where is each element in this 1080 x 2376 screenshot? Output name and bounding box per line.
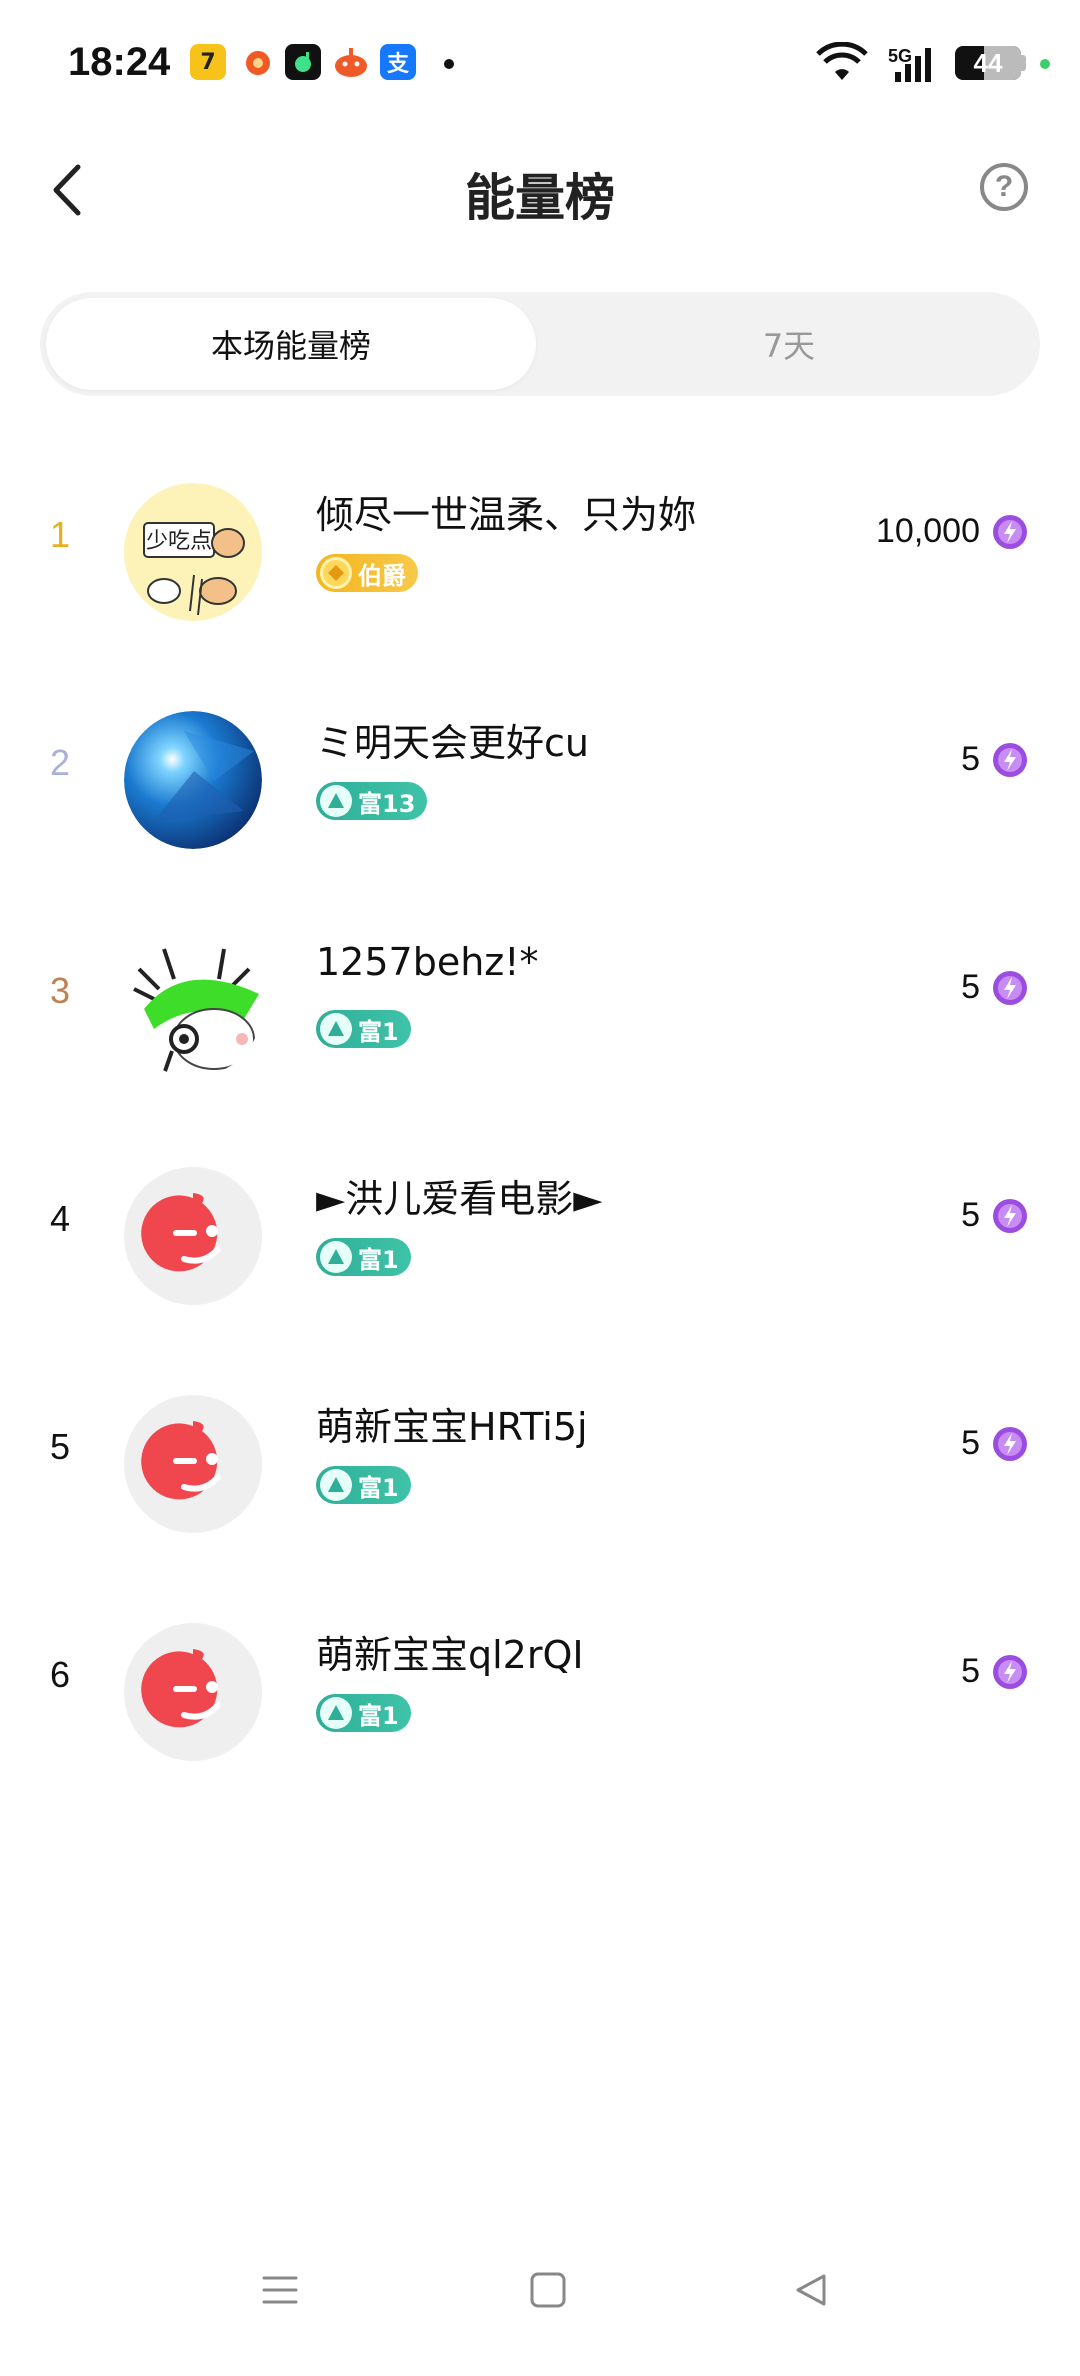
- wealth-badge: 富1: [316, 1694, 411, 1732]
- rank-number: 6: [49, 1654, 71, 1695]
- blue-light-avatar: [124, 711, 262, 849]
- badge-label: 富1: [358, 1701, 399, 1730]
- energy-score: 5: [961, 1424, 1028, 1463]
- user-name: 倾尽一世温柔、只为妳: [316, 493, 697, 537]
- cartoon-cats-avatar: 少吃点: [124, 483, 262, 621]
- default-avatar-icon: [124, 1167, 262, 1305]
- ranking-row[interactable]: 2 ミ明天会更好cu 富13 5: [0, 670, 1080, 870]
- triangle-icon: [320, 1241, 352, 1273]
- qq-music-icon: 7: [190, 44, 226, 80]
- header: 能量榜 ?: [0, 140, 1080, 240]
- wealth-badge: 富1: [316, 1010, 411, 1048]
- question-icon: ?: [994, 170, 1014, 203]
- signal-icon: [895, 48, 931, 82]
- battery-tip: [1021, 55, 1026, 71]
- triangle-icon: [320, 1697, 352, 1729]
- energy-score: 5: [961, 1652, 1028, 1691]
- avatar[interactable]: [124, 939, 262, 1077]
- wealth-badge: 富1: [316, 1466, 411, 1504]
- energy-score: 5: [961, 740, 1028, 779]
- page-title: 能量榜: [465, 169, 615, 227]
- triangle-icon: [320, 1013, 352, 1045]
- avatar[interactable]: [124, 1623, 262, 1761]
- charging-dot: [1040, 59, 1050, 69]
- triangle-icon: [320, 785, 352, 817]
- badge-label: 富13: [358, 789, 416, 818]
- home-button[interactable]: [518, 2260, 578, 2320]
- rank-number: 4: [49, 1198, 71, 1239]
- user-name: 萌新宝宝HRTi5j: [316, 1405, 588, 1449]
- recent-apps-button[interactable]: [250, 2260, 310, 2320]
- square-icon: [530, 2272, 566, 2308]
- taobao-icon: [333, 44, 369, 80]
- battery-level: 44: [973, 47, 1003, 78]
- ranking-row[interactable]: 5 萌新宝宝HRTi5j 富1 5: [0, 1354, 1080, 1554]
- badge-label: 伯爵: [358, 561, 406, 590]
- user-name: ►洪儿爱看电影►: [316, 1177, 603, 1221]
- avatar[interactable]: [124, 1395, 262, 1533]
- battery-indicator: 44: [955, 46, 1021, 80]
- user-name: 萌新宝宝ql2rQI: [316, 1633, 584, 1677]
- energy-score: 5: [961, 968, 1028, 1007]
- energy-bolt-icon: [993, 514, 1027, 549]
- avatar[interactable]: [124, 1167, 262, 1305]
- energy-score: 10,000: [876, 512, 1028, 551]
- wealth-badge: 富13: [316, 782, 428, 820]
- energy-value: 5: [961, 968, 980, 1006]
- diamond-icon: [320, 557, 352, 589]
- ranking-row[interactable]: 4 ►洪儿爱看电影► 富1 5: [0, 1126, 1080, 1326]
- energy-value: 5: [961, 740, 980, 778]
- wifi-icon: [816, 42, 868, 80]
- user-name: ミ明天会更好cu: [316, 721, 589, 765]
- energy-bolt-icon: [993, 742, 1027, 777]
- back-nav-button[interactable]: [780, 2260, 840, 2320]
- avatar[interactable]: 少吃点: [124, 483, 262, 621]
- badge-label: 富1: [358, 1017, 399, 1046]
- default-avatar-icon: [124, 1395, 262, 1533]
- cartoon-face-avatar: [124, 939, 262, 1077]
- triangle-back-icon: [796, 2274, 826, 2306]
- ranking-row[interactable]: 3 1257behz!* 富1 5: [0, 898, 1080, 1098]
- avatar[interactable]: [124, 711, 262, 849]
- system-nav-bar: [0, 2240, 1080, 2340]
- energy-bolt-icon: [993, 1198, 1027, 1233]
- tab-7-days[interactable]: 7天: [544, 298, 1034, 390]
- rank-number: 2: [49, 742, 71, 783]
- status-bar: 18:24 7 支 5G 44: [0, 0, 1080, 130]
- user-name: 1257behz!*: [316, 940, 539, 984]
- music-icon: [285, 44, 321, 80]
- noble-badge: 伯爵: [316, 554, 418, 592]
- energy-value: 10,000: [876, 512, 980, 550]
- default-avatar-icon: [124, 1623, 262, 1761]
- avatar-text: 少吃点: [146, 529, 212, 554]
- weibo-icon: [240, 44, 276, 80]
- energy-bolt-icon: [993, 1426, 1027, 1461]
- notification-dot: [444, 59, 454, 69]
- energy-bolt-icon: [993, 970, 1027, 1005]
- energy-score: 5: [961, 1196, 1028, 1235]
- energy-value: 5: [961, 1424, 980, 1462]
- wealth-badge: 富1: [316, 1238, 411, 1276]
- help-button[interactable]: ?: [980, 163, 1028, 211]
- energy-value: 5: [961, 1652, 980, 1690]
- badge-label: 富1: [358, 1245, 399, 1274]
- ranking-row[interactable]: 6 萌新宝宝ql2rQI 富1 5: [0, 1582, 1080, 1782]
- status-time: 18:24: [68, 40, 171, 84]
- rank-number: 5: [49, 1426, 71, 1467]
- energy-value: 5: [961, 1196, 980, 1234]
- badge-label: 富1: [358, 1473, 399, 1502]
- rank-number: 1: [49, 514, 71, 555]
- tab-current-session[interactable]: 本场能量榜: [46, 298, 536, 390]
- alipay-icon: 支: [380, 44, 416, 80]
- menu-icon: [262, 2276, 298, 2304]
- ranking-tabs: 本场能量榜 7天: [40, 292, 1040, 396]
- triangle-icon: [320, 1469, 352, 1501]
- ranking-row[interactable]: 1 少吃点 倾尽一世温柔、只为妳 伯爵 10,000: [0, 442, 1080, 642]
- energy-bolt-icon: [993, 1654, 1027, 1689]
- rank-number: 3: [49, 970, 71, 1011]
